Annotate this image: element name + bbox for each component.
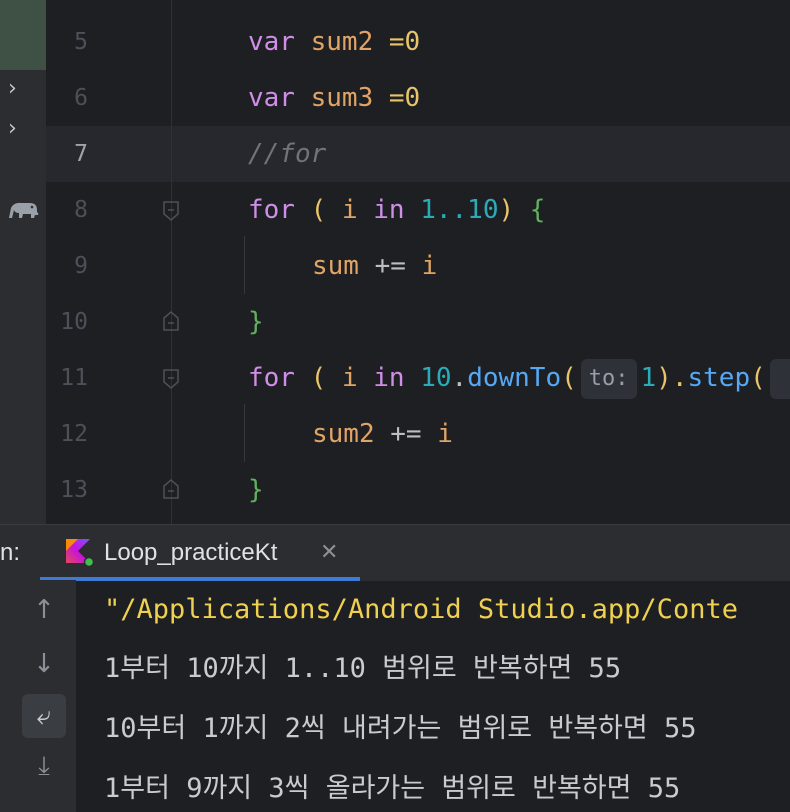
code-line[interactable]: 12 sum2 += i bbox=[46, 406, 790, 462]
line-number: 5 bbox=[74, 29, 88, 55]
chevron-right-icon[interactable]: › bbox=[8, 78, 17, 100]
gradle-elephant-icon[interactable] bbox=[6, 198, 40, 222]
code-line[interactable]: 13 } bbox=[46, 462, 790, 518]
arrow-up-icon[interactable]: ↑ bbox=[22, 588, 66, 632]
code-text: for ( i in 10.downTo(to: 1).step( bbox=[248, 350, 790, 406]
line-number: 13 bbox=[60, 477, 88, 503]
code-text: var sum3 =0 bbox=[248, 83, 421, 113]
soft-wrap-icon[interactable]: ⤶ bbox=[22, 694, 66, 738]
console-line: "/Applications/Android Studio.app/Conte bbox=[104, 594, 738, 625]
line-number: 11 bbox=[60, 365, 88, 391]
run-toolbar: ↑ ↓ ⤶ ⤓ bbox=[0, 580, 76, 812]
code-editor[interactable]: › › 5 var sum2 =0 6 var sum3 =0 7 //for … bbox=[0, 0, 790, 524]
console-line: 1부터 10까지 1..10 범위로 반복하면 55 bbox=[104, 653, 622, 684]
line-number: 6 bbox=[74, 85, 88, 111]
line-number: 12 bbox=[60, 421, 88, 447]
console-line: 10부터 1까지 2씩 내려가는 범위로 반복하면 55 bbox=[104, 713, 697, 744]
code-line[interactable]: 9 sum += i bbox=[46, 238, 790, 294]
code-text: for ( i in 1..10) { bbox=[248, 195, 546, 225]
line-number: 10 bbox=[60, 309, 88, 335]
code-line[interactable]: 6 var sum3 =0 bbox=[46, 70, 790, 126]
code-line[interactable]: 8 for ( i in 1..10) { bbox=[46, 182, 790, 238]
line-number: 8 bbox=[74, 197, 88, 223]
code-line[interactable]: 5 var sum2 =0 bbox=[46, 14, 790, 70]
code-comment: //for bbox=[248, 139, 327, 169]
parameter-hint: to: bbox=[580, 358, 637, 399]
scroll-to-end-icon[interactable]: ⤓ bbox=[22, 744, 66, 788]
arrow-down-icon[interactable]: ↓ bbox=[22, 642, 66, 686]
console-output[interactable]: "/Applications/Android Studio.app/Conte … bbox=[76, 580, 790, 812]
code-line[interactable]: 7 //for bbox=[46, 126, 790, 182]
chevron-right-icon[interactable]: › bbox=[8, 118, 17, 140]
code-text: sum += i bbox=[312, 251, 438, 281]
left-tool-strip: › › bbox=[0, 0, 46, 524]
code-text: sum2 += i bbox=[312, 419, 453, 449]
code-line[interactable]: 11 for ( i in 10.downTo(to: 1).step( bbox=[46, 350, 790, 406]
run-label: n: bbox=[0, 539, 21, 566]
line-number: 9 bbox=[74, 253, 88, 279]
code-text: var sum2 =0 bbox=[248, 27, 421, 57]
code-text: } bbox=[248, 475, 264, 505]
parameter-hint bbox=[769, 358, 790, 399]
run-tool-window: n: Loop_practiceKt ✕ ↑ ↓ ⤶ ⤓ "/Applicati… bbox=[0, 524, 790, 812]
code-text: } bbox=[248, 307, 264, 337]
run-tool-header: n: Loop_practiceKt ✕ bbox=[0, 524, 790, 581]
console-line: 1부터 9까지 3씩 올라가는 범위로 반복하면 55 bbox=[104, 773, 681, 804]
run-config-tab[interactable]: Loop_practiceKt ✕ bbox=[40, 525, 360, 581]
tool-window-highlight bbox=[0, 0, 46, 70]
line-number: 7 bbox=[74, 141, 88, 167]
close-icon[interactable]: ✕ bbox=[320, 525, 338, 581]
kotlin-icon bbox=[66, 539, 94, 567]
code-line[interactable]: 10 } bbox=[46, 294, 790, 350]
run-tab-title: Loop_practiceKt bbox=[104, 539, 278, 566]
